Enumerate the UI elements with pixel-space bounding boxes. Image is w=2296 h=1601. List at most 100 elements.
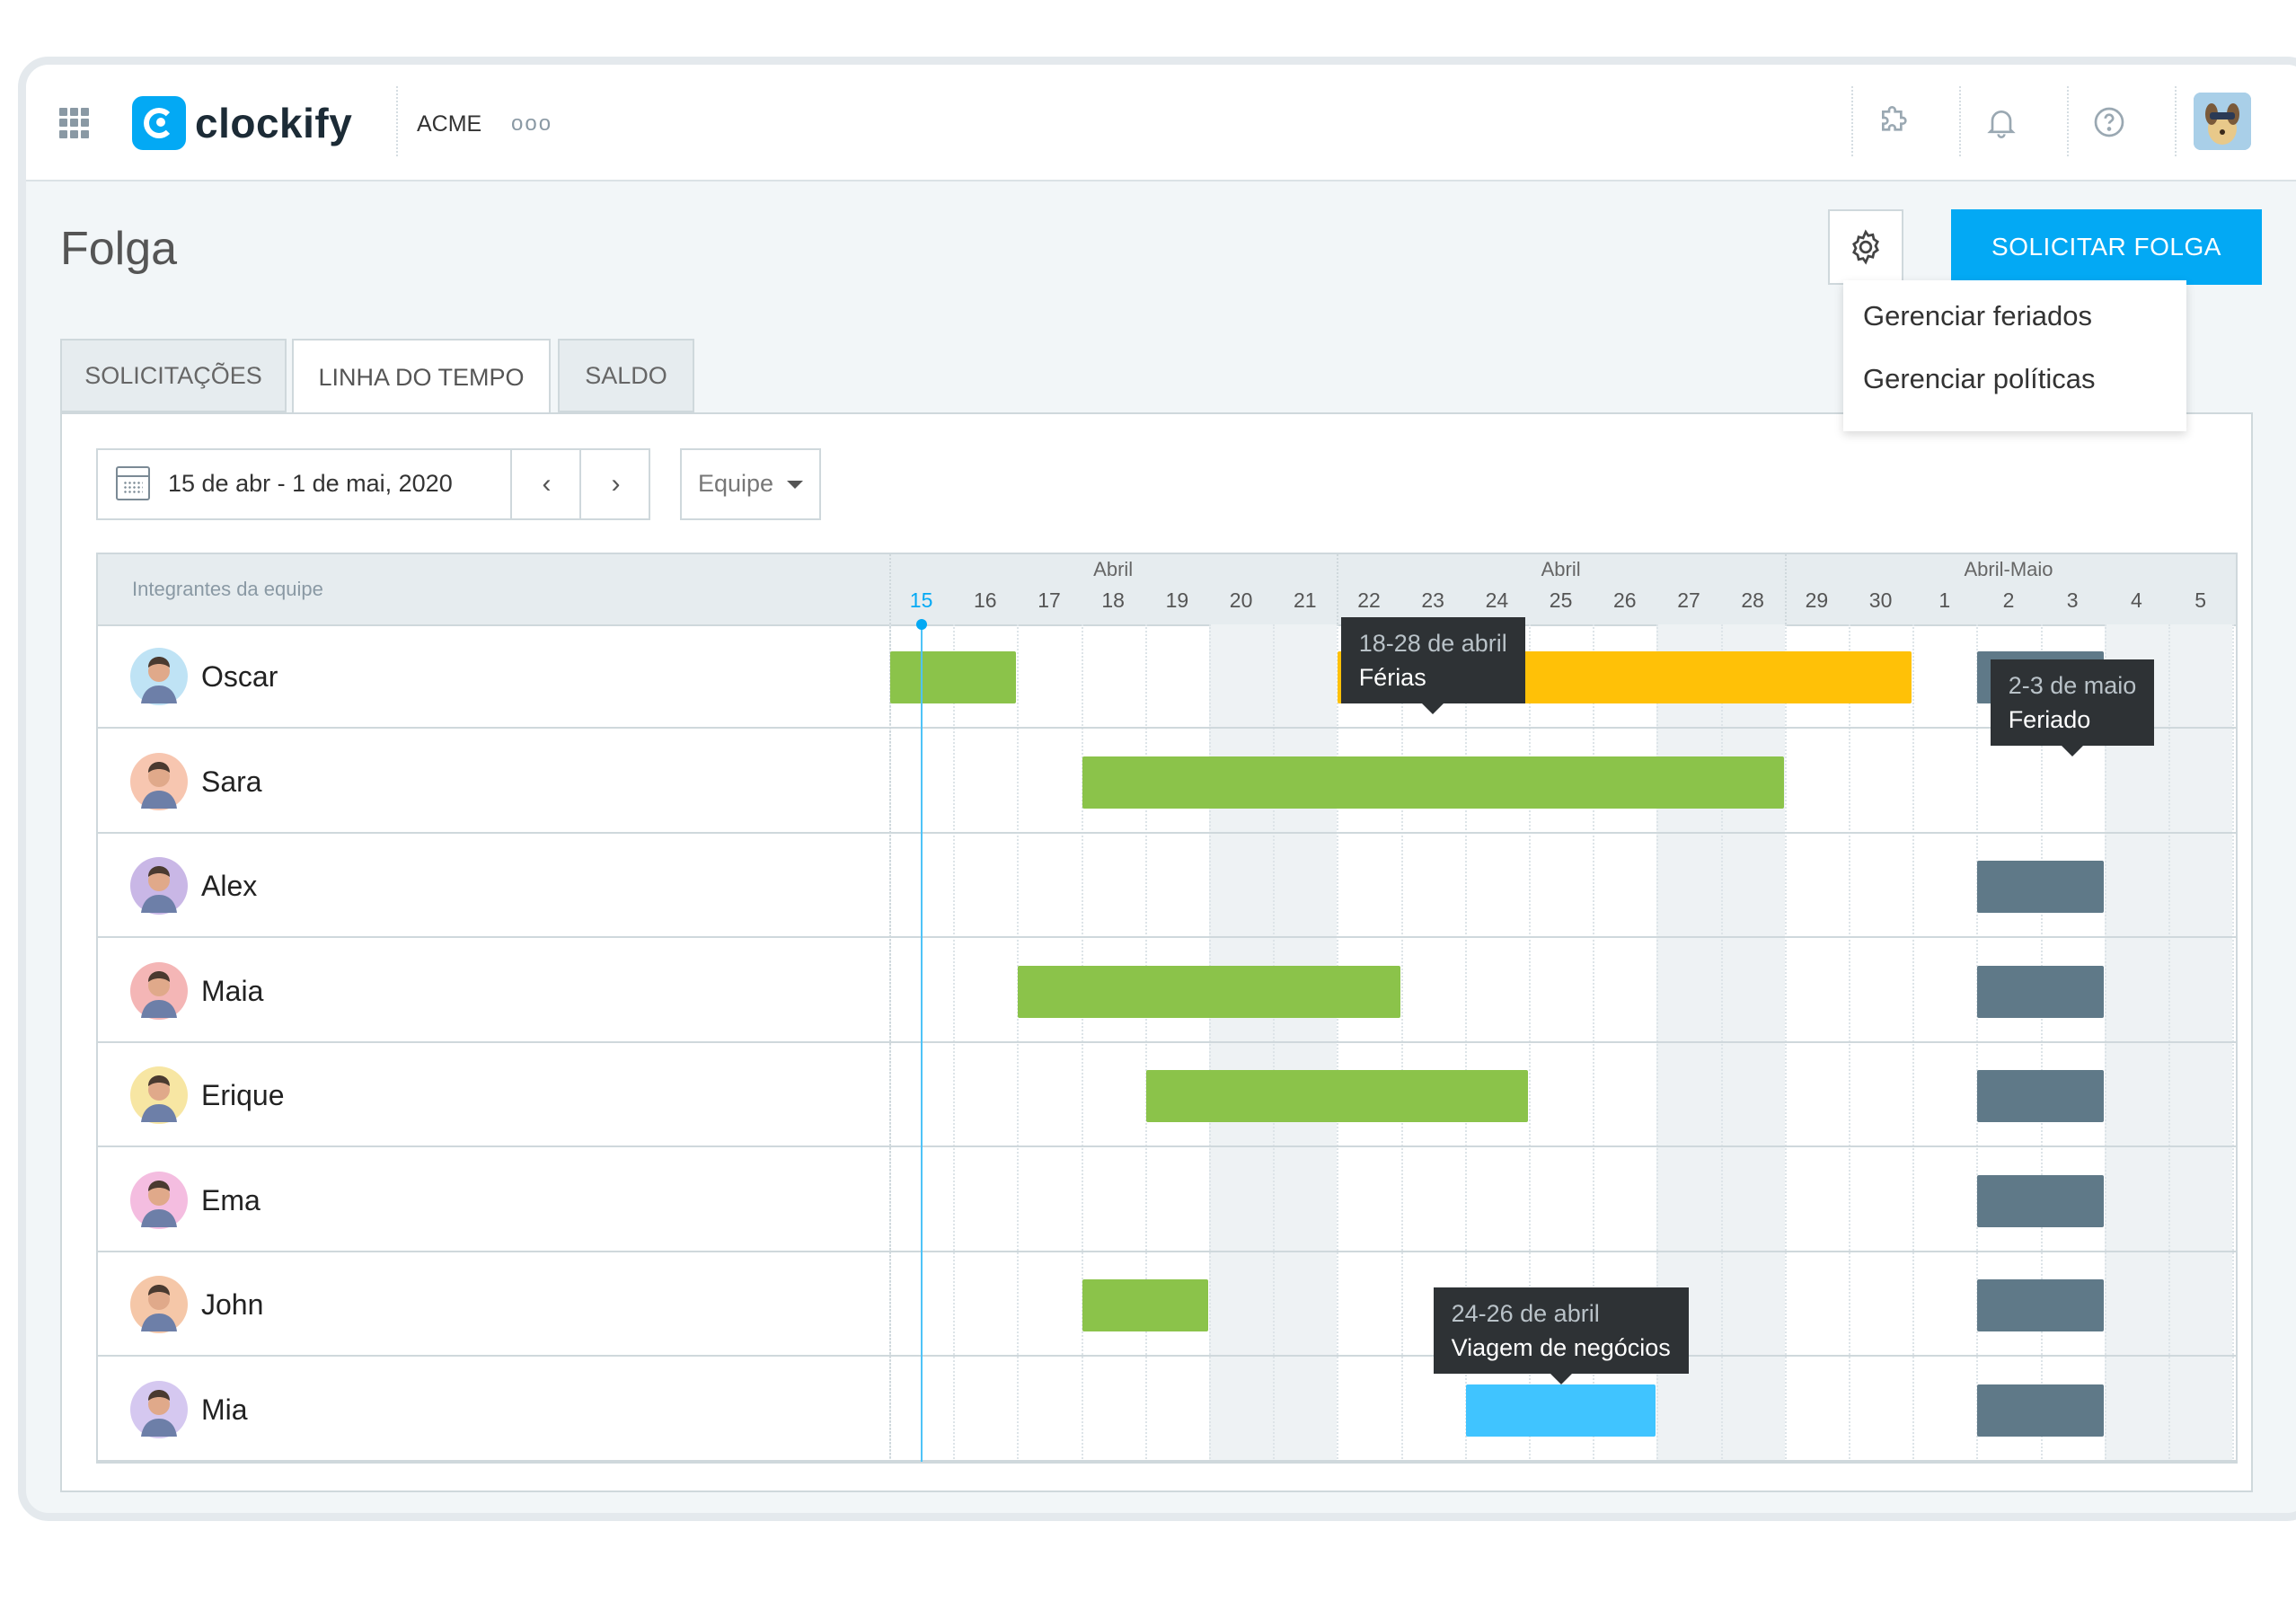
time-off-bar-vacation[interactable] xyxy=(1082,1279,1208,1331)
tooltip-dates: 2-3 de maio xyxy=(2008,671,2137,699)
day-label: 27 xyxy=(1677,588,1700,612)
day-label: 30 xyxy=(1868,588,1893,612)
app-window: clockify ACME ooo Folga SOLICITAR FOLGA … xyxy=(18,57,2296,1521)
day-label: 24 xyxy=(1485,588,1509,612)
member-name: Erique xyxy=(201,1079,285,1111)
divider xyxy=(2067,86,2071,156)
divider xyxy=(396,86,400,156)
timeline-panel: 15 de abr - 1 de mai, 2020 ‹ › Equipe In… xyxy=(60,412,2253,1492)
brand-logo[interactable]: clockify xyxy=(132,96,352,150)
member-name: Maia xyxy=(201,974,264,1007)
avatar xyxy=(130,1171,188,1229)
day-label: 19 xyxy=(1165,588,1189,612)
menu-item-manage-policies[interactable]: Gerenciar políticas xyxy=(1863,363,2095,395)
day-label: 5 xyxy=(2194,588,2206,612)
time-off-bar-business[interactable] xyxy=(1465,1384,1656,1437)
tooltip: 24-26 de abril Viagem de negócios xyxy=(1433,1287,1689,1384)
avatar xyxy=(130,857,188,915)
settings-button[interactable] xyxy=(1828,209,1903,285)
bell-icon[interactable] xyxy=(1983,104,2019,140)
time-off-bar-holiday[interactable] xyxy=(1977,1070,2104,1122)
day-label: 1 xyxy=(1938,588,1951,612)
member-row[interactable]: Mia xyxy=(98,1358,2236,1462)
time-off-bar-vacation[interactable] xyxy=(1018,965,1400,1018)
time-off-bar-holiday[interactable] xyxy=(1977,1279,2104,1331)
time-off-bar-holiday[interactable] xyxy=(1977,1174,2104,1227)
tooltip: 2-3 de maio Feriado xyxy=(1990,659,2155,756)
day-label: 16 xyxy=(973,588,997,612)
today-line xyxy=(920,624,923,1462)
time-off-bar-vacation[interactable] xyxy=(1082,756,1784,809)
avatar xyxy=(130,1380,188,1438)
workspace-switcher[interactable]: ACME xyxy=(417,111,481,137)
next-period-button[interactable]: › xyxy=(579,450,650,518)
today-marker xyxy=(915,619,927,630)
divider xyxy=(1851,86,1855,156)
tooltip-dates: 18-28 de abril xyxy=(1358,630,1507,657)
team-filter-select[interactable]: Equipe xyxy=(680,448,821,520)
day-label: 26 xyxy=(1612,588,1637,612)
member-name: Alex xyxy=(201,870,258,902)
team-filter-label: Equipe xyxy=(698,470,774,497)
member-name: Sara xyxy=(201,765,262,798)
caret-down-icon xyxy=(787,481,803,489)
tab-timeline[interactable]: LINHA DO TEMPO xyxy=(292,339,551,414)
chevron-right-icon: › xyxy=(611,469,621,499)
clockify-logo-icon xyxy=(132,96,186,150)
month-label: Abril xyxy=(1093,558,1134,580)
time-off-bar-holiday[interactable] xyxy=(1977,965,2104,1018)
date-range-picker[interactable]: 15 de abr - 1 de mai, 2020 ‹ › xyxy=(96,448,650,520)
avatar xyxy=(130,1066,188,1124)
members-column-header: Integrantes da equipe xyxy=(132,578,323,600)
puzzle-icon[interactable] xyxy=(1876,104,1912,140)
divider xyxy=(1959,86,1963,156)
avatar xyxy=(130,648,188,705)
day-label: 2 xyxy=(2002,588,2015,612)
time-off-bar-holiday[interactable] xyxy=(1977,861,2104,913)
time-off-bar-holiday[interactable] xyxy=(1977,1384,2104,1437)
divider xyxy=(2175,86,2178,156)
member-name: Ema xyxy=(201,1183,261,1216)
avatar xyxy=(130,752,188,810)
timeline-grid: Integrantes da equipe Abril Abril Abril-Ma… xyxy=(96,553,2238,1464)
tooltip-dates: 24-26 de abril xyxy=(1451,1299,1600,1327)
help-icon[interactable] xyxy=(2091,104,2127,140)
time-off-bar-vacation[interactable] xyxy=(1145,1070,1528,1122)
settings-dropdown-menu: Gerenciar feriados Gerenciar políticas xyxy=(1843,280,2186,431)
day-label: 15 xyxy=(909,588,933,612)
tooltip-label: Férias xyxy=(1358,664,1426,691)
month-label: Abril-Maio xyxy=(1964,558,2053,580)
apps-grid-icon[interactable] xyxy=(59,108,90,138)
time-off-bar-vacation[interactable] xyxy=(890,651,1017,703)
day-label: 21 xyxy=(1293,588,1317,612)
gear-icon xyxy=(1852,229,1879,265)
chevron-left-icon: ‹ xyxy=(542,469,552,499)
user-avatar[interactable] xyxy=(2194,93,2251,150)
member-row[interactable]: Oscar xyxy=(98,624,2236,729)
member-name: John xyxy=(201,1288,264,1321)
tooltip-label: Feriado xyxy=(2008,705,2091,733)
timeline-header: Integrantes da equipe Abril Abril Abril-Ma… xyxy=(98,554,2236,626)
day-label: 18 xyxy=(1101,588,1125,612)
member-row[interactable]: Alex xyxy=(98,834,2236,938)
member-row[interactable]: Ema xyxy=(98,1148,2236,1252)
page-title: Folga xyxy=(60,223,178,275)
day-label: 28 xyxy=(1741,588,1764,612)
day-label: 4 xyxy=(2130,588,2142,612)
tab-requests[interactable]: SOLICITAÇÕES xyxy=(60,339,287,412)
menu-item-manage-holidays[interactable]: Gerenciar feriados xyxy=(1863,300,2092,332)
member-name: Oscar xyxy=(201,660,278,693)
avatar xyxy=(130,961,188,1020)
top-bar: clockify ACME ooo xyxy=(26,65,2296,181)
day-label: 3 xyxy=(2066,588,2079,612)
more-options-icon[interactable]: ooo xyxy=(511,111,552,137)
calendar-icon xyxy=(116,466,150,500)
request-time-off-button[interactable]: SOLICITAR FOLGA xyxy=(1951,209,2262,285)
day-label: 23 xyxy=(1421,588,1444,612)
day-label: 22 xyxy=(1357,588,1381,612)
prev-period-button[interactable]: ‹ xyxy=(510,450,581,518)
tooltip-label: Viagem de negócios xyxy=(1451,1333,1671,1361)
day-label: 17 xyxy=(1038,588,1061,612)
tab-balance[interactable]: SALDO xyxy=(558,339,694,412)
avatar xyxy=(130,1276,188,1333)
